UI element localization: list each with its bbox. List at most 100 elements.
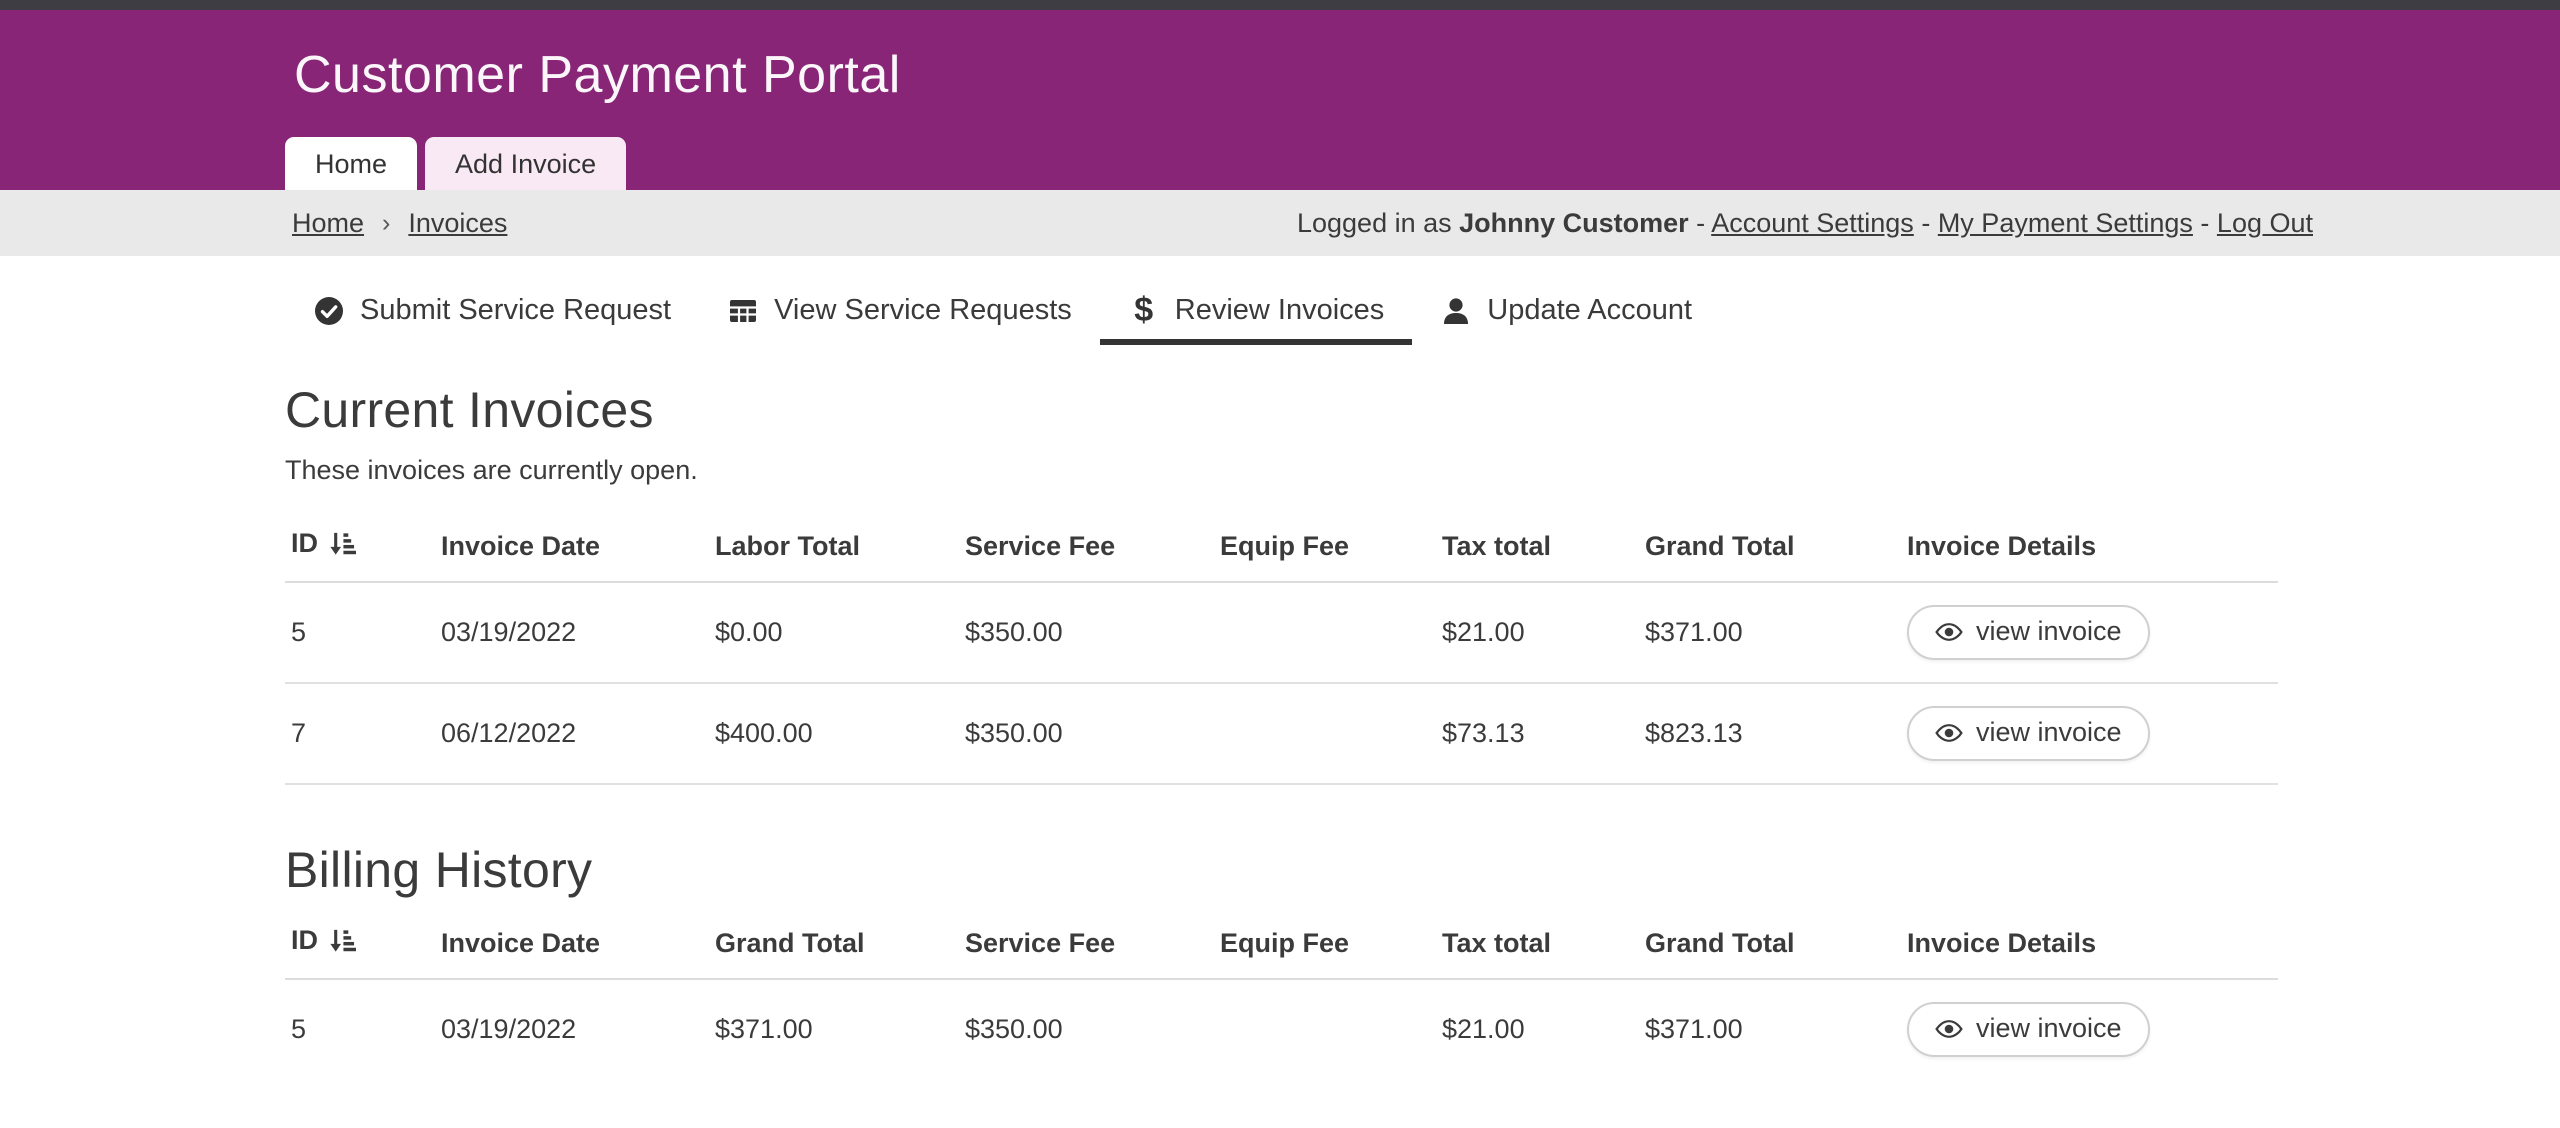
billing-history-heading: Billing History [285, 841, 2560, 899]
column-label: Invoice Date [441, 928, 600, 958]
column-label: ID [291, 925, 318, 955]
breadcrumb-link-invoices[interactable]: Invoices [408, 208, 507, 239]
view-invoice-label: view invoice [1976, 616, 2122, 647]
tab-review-invoices[interactable]: $ Review Invoices [1100, 284, 1413, 345]
sort-amount-down-icon[interactable] [327, 529, 356, 565]
column-label: Invoice Date [441, 531, 600, 561]
column-label: Service Fee [965, 531, 1115, 561]
cell-invoice-date: 03/19/2022 [435, 979, 709, 1079]
column-header-equip-fee: Equip Fee [1214, 913, 1436, 979]
cell-tax-total: $21.00 [1436, 979, 1639, 1079]
session-link-account-settings[interactable]: Account Settings [1711, 208, 1914, 238]
table-row: 503/19/2022$0.00$350.00$21.00$371.00view… [285, 582, 2278, 683]
column-label: Tax total [1442, 531, 1551, 561]
cell-invoice-details: view invoice [1901, 582, 2278, 683]
column-header-invoice-date: Invoice Date [435, 516, 709, 582]
user-name: Johnny Customer [1459, 208, 1689, 238]
column-header-grand-total: Grand Total [1639, 913, 1901, 979]
view-invoice-label: view invoice [1976, 1013, 2122, 1044]
billing-history-table: IDInvoice DateGrand TotalService FeeEqui… [285, 913, 2278, 1079]
cell-id: 7 [285, 683, 435, 784]
current-invoices-section: Current Invoices These invoices are curr… [285, 381, 2560, 785]
column-label: Grand Total [1645, 928, 1795, 958]
table-row: 706/12/2022$400.00$350.00 $73.13$823.13 vi… [285, 683, 2278, 784]
column-header-service-fee: Service Fee [959, 516, 1214, 582]
session-link-my-payment-settings[interactable]: My Payment Settings [1938, 208, 2193, 238]
cell-labor-total: $400.00 [709, 683, 959, 784]
table-row: 503/19/2022$371.00$350.00$21.00$371.00vi… [285, 979, 2278, 1079]
dollar-icon: $ [1128, 295, 1160, 327]
column-label: Equip Fee [1220, 531, 1349, 561]
current-invoices-heading: Current Invoices [285, 381, 2560, 439]
browser-top-strip [0, 0, 2560, 10]
view-invoice-button[interactable]: view invoice [1907, 1002, 2150, 1057]
cell-labor-total: $0.00 [709, 582, 959, 683]
column-header-invoice-details: Invoice Details [1901, 516, 2278, 582]
cell-service-fee: $350.00 [959, 582, 1214, 683]
column-header-service-fee: Service Fee [959, 913, 1214, 979]
header-tab-add-invoice[interactable]: Add Invoice [425, 137, 626, 190]
cell-id: 5 [285, 582, 435, 683]
eye-icon [1935, 723, 1963, 743]
billing-history-section: Billing History ID Invoice Date Grand Tota… [285, 841, 2560, 1079]
header-tab-home[interactable]: Home [285, 137, 417, 190]
breadcrumb: Home›Invoices [292, 208, 507, 239]
breadcrumb-link-home[interactable]: Home [292, 208, 364, 239]
header-tabs: HomeAdd Invoice [285, 137, 626, 190]
cell-equip-fee [1214, 683, 1436, 784]
cell-grand-total: $823.13 [1639, 683, 1901, 784]
section-tabs: Submit Service Request View Service Reque… [285, 284, 2560, 345]
column-label: Service Fee [965, 928, 1115, 958]
tab-label: Submit Service Request [360, 294, 671, 327]
column-header-tax-total: Tax total [1436, 516, 1639, 582]
eye-icon [1935, 1019, 1963, 1039]
table-header-row: ID Invoice Date Labor Total Service Fee Equi… [285, 516, 2278, 582]
column-label: ID [291, 528, 318, 558]
column-header-invoice-details: Invoice Details [1901, 913, 2278, 979]
tab-submit-service-request[interactable]: Submit Service Request [285, 284, 699, 345]
column-label: Equip Fee [1220, 928, 1349, 958]
cell-tax-total: $21.00 [1436, 582, 1639, 683]
tab-label: View Service Requests [774, 294, 1072, 327]
tab-update-account[interactable]: Update Account [1412, 284, 1720, 345]
cell-service-fee: $350.00 [959, 683, 1214, 784]
current-invoices-table: ID Invoice Date Labor Total Service Fee Equi… [285, 516, 2278, 785]
column-header-grand-total: Grand Total [709, 913, 959, 979]
cell-service-fee: $350.00 [959, 979, 1214, 1079]
cell-invoice-date: 06/12/2022 [435, 683, 709, 784]
check-circle-icon [313, 295, 345, 327]
column-label: Invoice Details [1907, 928, 2096, 958]
column-header-labor-total: Labor Total [709, 516, 959, 582]
column-header-tax-total: Tax total [1436, 913, 1639, 979]
main-content: Submit Service Request View Service Reque… [0, 284, 2560, 1079]
eye-icon [1935, 622, 1963, 642]
column-label: Labor Total [715, 531, 860, 561]
cell-id: 5 [285, 979, 435, 1079]
logged-in-text: Logged in as [1297, 208, 1452, 238]
table-header-row: IDInvoice DateGrand TotalService FeeEqui… [285, 913, 2278, 979]
tab-label: Review Invoices [1175, 294, 1385, 327]
cell-invoice-details: view invoice [1901, 683, 2278, 784]
session-link-log-out[interactable]: Log Out [2217, 208, 2313, 238]
view-invoice-button[interactable]: view invoice [1907, 605, 2150, 660]
user-icon [1440, 295, 1472, 327]
sort-amount-down-icon[interactable] [327, 926, 356, 962]
cell-tax-total: $73.13 [1436, 683, 1639, 784]
tab-label: Update Account [1487, 294, 1692, 327]
page-title: Customer Payment Portal [294, 46, 901, 106]
tab-view-service-requests[interactable]: View Service Requests [699, 284, 1100, 345]
column-header-grand-total: Grand Total [1639, 516, 1901, 582]
view-invoice-button[interactable]: view invoice [1907, 706, 2150, 761]
column-header-id[interactable]: ID [285, 516, 435, 582]
current-invoices-description: These invoices are currently open. [285, 455, 2560, 486]
cell-grand-total: $371.00 [709, 979, 959, 1079]
column-label: Invoice Details [1907, 531, 2096, 561]
breadcrumb-bar: Home›Invoices Logged in as Johnny Custom… [0, 190, 2560, 256]
site-header: Customer Payment Portal HomeAdd Invoice [0, 10, 2560, 190]
column-label: Grand Total [1645, 531, 1795, 561]
cell-grand-total: $371.00 [1639, 979, 1901, 1079]
table-icon [727, 295, 759, 327]
view-invoice-label: view invoice [1976, 717, 2122, 748]
column-header-equip-fee: Equip Fee [1214, 516, 1436, 582]
column-header-id[interactable]: ID [285, 913, 435, 979]
